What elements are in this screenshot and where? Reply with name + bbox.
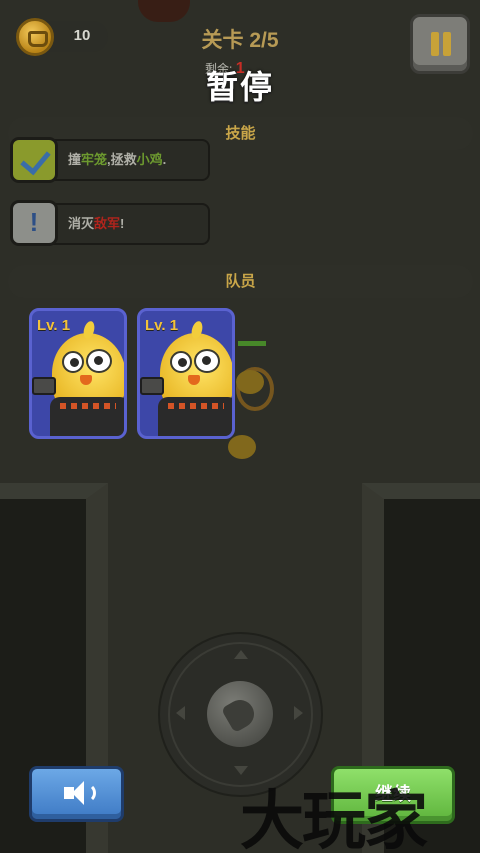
- level-badge: Lv. 1: [37, 317, 70, 334]
- task-text: 消灭: [68, 216, 95, 231]
- task-text: 撞: [68, 152, 82, 167]
- team-member-card[interactable]: Lv. 1: [137, 308, 235, 439]
- task-highlight-chick: 小鸡: [136, 152, 163, 167]
- level-value: 1: [169, 317, 179, 334]
- pause-title: 暂停: [205, 69, 274, 105]
- eye: [170, 351, 192, 373]
- team-member-card[interactable]: Lv. 1: [29, 308, 127, 439]
- armor-vest: [50, 397, 124, 436]
- sound-waves-icon: [84, 783, 96, 803]
- pause-icon-bar: [443, 32, 451, 56]
- level-badge: Lv. 1: [145, 317, 178, 334]
- arrow-left-icon: [176, 706, 185, 720]
- level-value: 1: [61, 317, 71, 334]
- checkmark-icon: [10, 137, 58, 183]
- task-highlight-enemy: 敌军: [94, 216, 121, 231]
- pause-button[interactable]: [410, 14, 470, 74]
- eye: [62, 351, 84, 373]
- gun-icon: [140, 377, 164, 395]
- level-label: Lv.: [145, 317, 166, 334]
- level-label: Lv.: [37, 317, 58, 334]
- task-text: .: [162, 152, 167, 167]
- arrow-up-icon: [234, 650, 248, 659]
- speaker-icon: [64, 781, 84, 805]
- pause-icon: [431, 32, 439, 56]
- coin-count: 10: [73, 27, 91, 44]
- arrow-right-icon: [294, 706, 303, 720]
- exclamation-icon: [10, 200, 58, 246]
- armor-vest: [158, 397, 232, 436]
- level-indicator: 关卡 2/5: [201, 29, 279, 52]
- gun-icon: [32, 377, 56, 395]
- team-section-header: 队员: [8, 265, 473, 298]
- coin-icon: [16, 18, 54, 56]
- eye: [194, 349, 220, 373]
- task-text: ,拯救: [107, 152, 137, 167]
- task-text: !: [120, 216, 125, 231]
- task-highlight-cage: 牢笼: [81, 152, 108, 167]
- game-screen: 10 关卡 2/5 剩余: 1 暂停 技能 撞牢笼,拯救小鸡. 消灭敌军! 队员…: [0, 0, 480, 853]
- eye: [86, 349, 112, 373]
- sound-button[interactable]: [29, 766, 124, 822]
- watermark: 大玩家: [240, 784, 428, 853]
